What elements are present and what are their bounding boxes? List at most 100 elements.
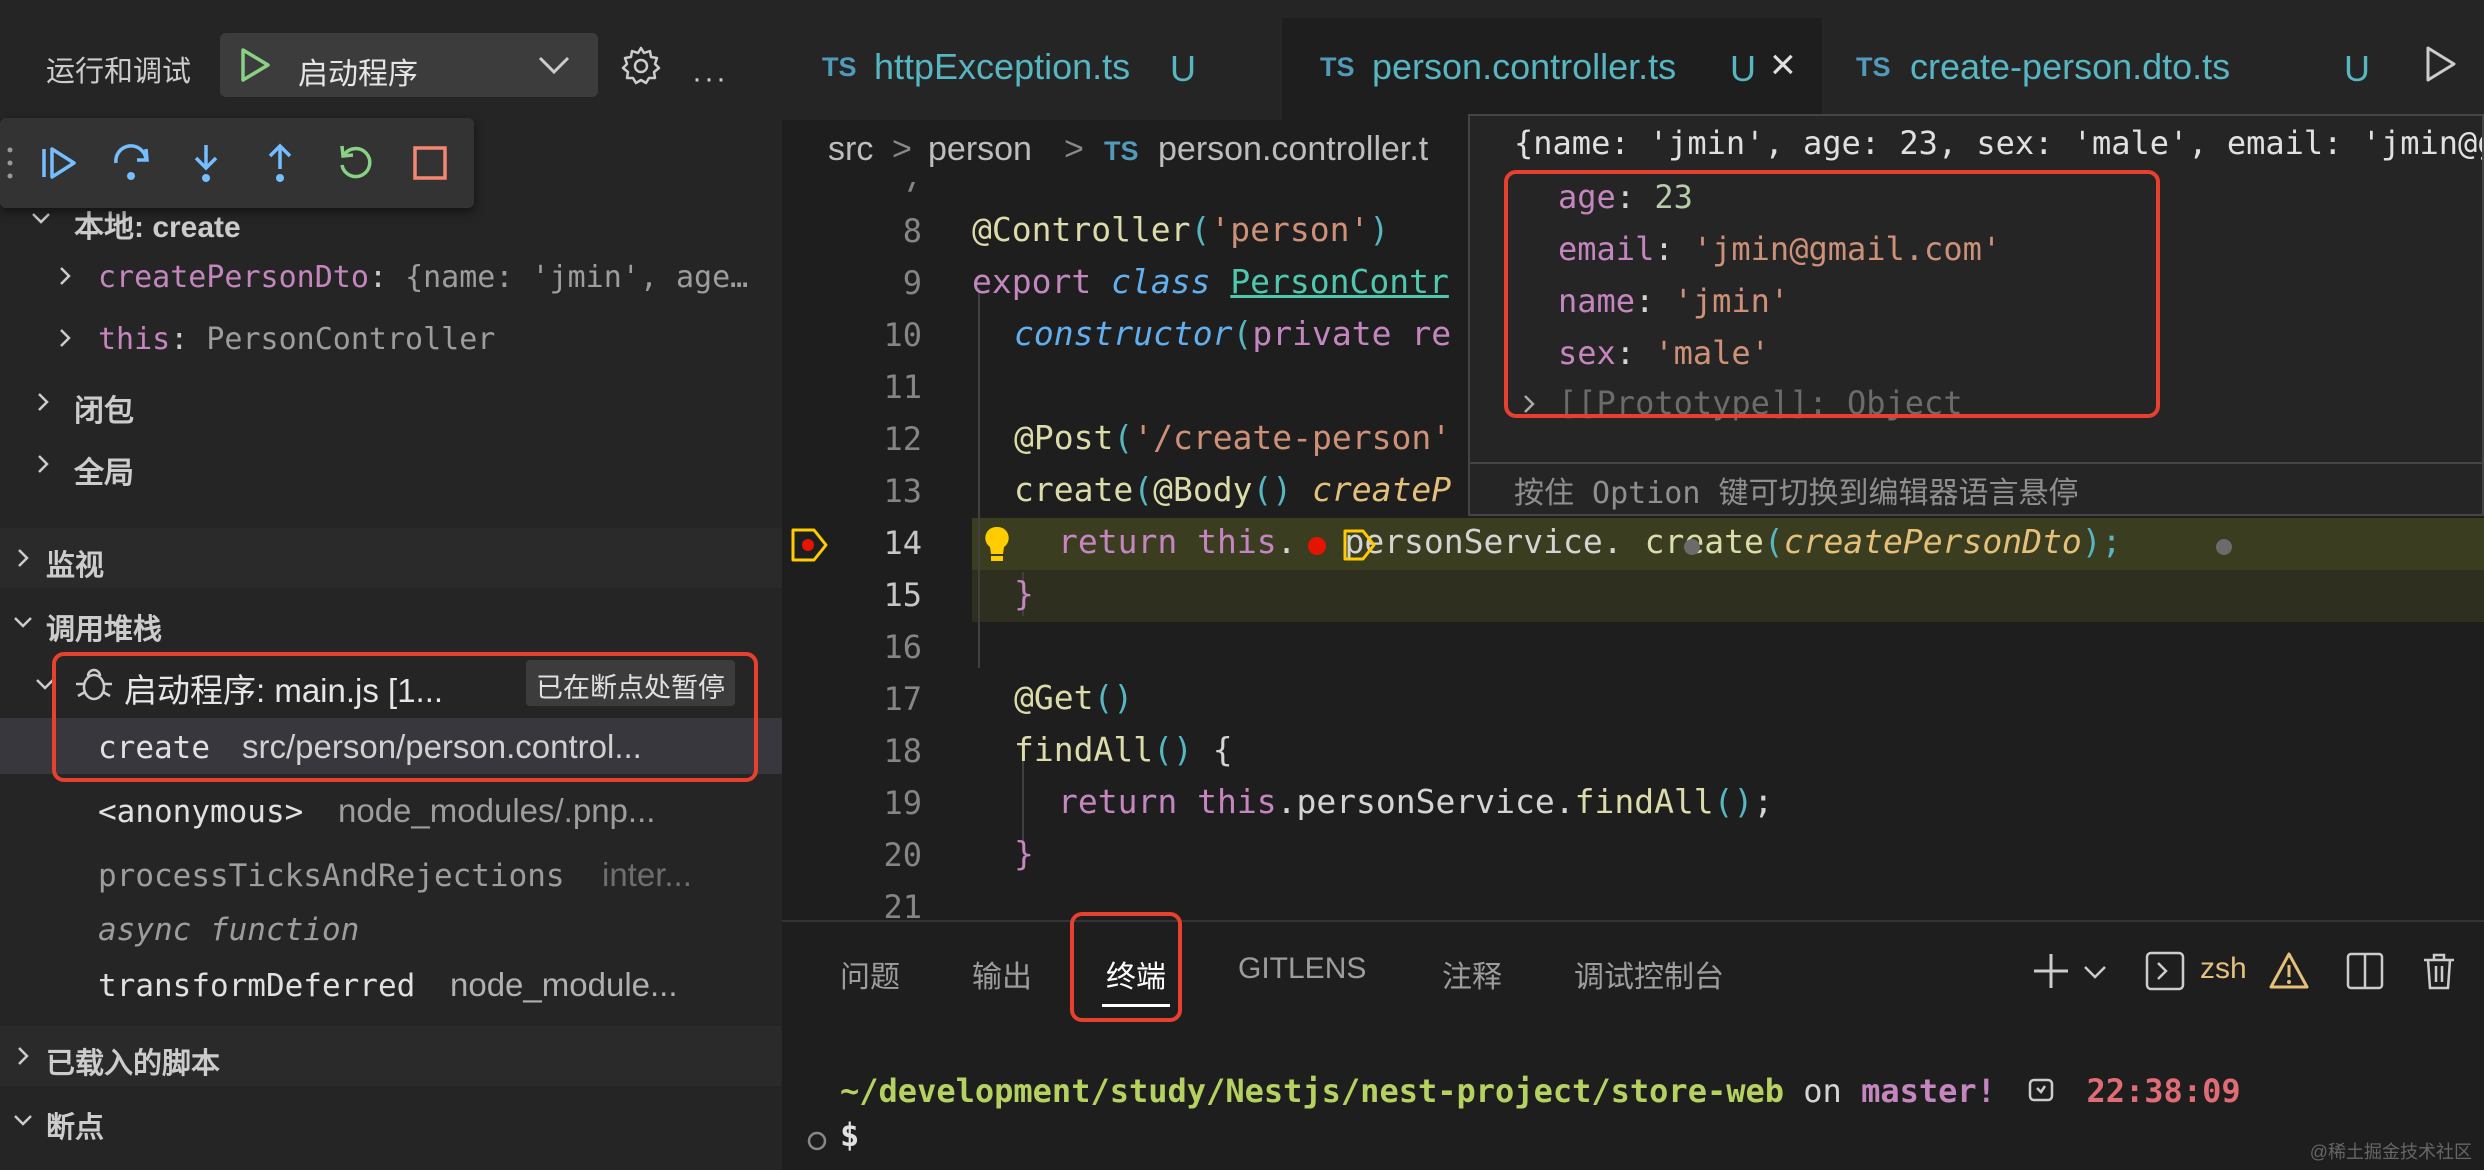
variable-row[interactable]: createPersonDto: {name: 'jmin', age… [0,248,782,304]
lightbulb-icon[interactable] [982,524,1012,564]
chevron-down-icon[interactable] [2082,950,2108,992]
tab-comments[interactable]: 注释 [1442,952,1502,996]
chevron-down-icon[interactable] [536,51,572,79]
debug-toolbar [0,118,474,208]
bottom-panel: 问题 输出 终端 GITLENS 注释 调试控制台 zsh ~/developm… [782,920,2484,1170]
tab-httpexception[interactable]: TS httpException.ts U [782,18,1282,120]
chevron-right-icon[interactable] [32,390,54,414]
more-actions-icon[interactable]: ··· [692,62,728,96]
run-icon[interactable] [2424,44,2458,84]
inline-breakpoint-hint-icon[interactable] [2214,537,2234,557]
terminal-input-prompt[interactable]: $ [840,1116,859,1154]
code-line: @Post('/create-person' [1014,418,1452,457]
launch-config-select[interactable]: 启动程序 [220,33,598,97]
inline-breakpoint-hint-icon[interactable] [1682,537,1702,557]
debug-sidebar: 运行和调试 启动程序 ··· 本地: create createPersonDt… [0,0,782,1170]
hover-highlight-box [1504,170,2160,418]
code-line: } [1014,834,1034,873]
hover-hint: 按住 Option 键可切换到编辑器语言悬停 [1514,476,2079,511]
view-title: 运行和调试 [46,56,192,88]
stack-frame-row[interactable]: transformDeferred node_module... [0,956,782,1012]
breadcrumb-item[interactable]: person [928,130,1032,169]
step-out-icon[interactable] [258,141,302,185]
chevron-right-icon [18,1047,29,1065]
stack-frame-function: processTicksAndRejections [98,858,565,894]
unsaved-badge: U [2344,48,2370,89]
stack-frame-label: async function [98,912,360,948]
callstack-section-header[interactable]: 调用堆栈 [0,592,782,652]
chevron-right-icon[interactable] [54,326,76,350]
variable-value: PersonController [206,322,496,357]
breakpoints-header[interactable]: 断点 [0,1090,782,1150]
step-over-icon[interactable] [110,141,154,185]
close-icon[interactable]: × [1770,40,1796,90]
start-debugging-icon[interactable] [238,47,272,83]
watch-section-header[interactable]: 监视 [0,528,782,588]
code-line: export class PersonContr [972,262,1449,301]
shell-name[interactable]: zsh [2200,952,2247,986]
scope-closure[interactable]: 闭包 [0,374,782,430]
add-terminal-icon[interactable] [2030,950,2072,992]
chevron-down-icon [14,617,32,628]
split-terminal-icon[interactable] [2344,950,2386,992]
tab-create-person-dto[interactable]: TS create-person.dto.ts U [1822,18,2382,120]
chevron-right-icon[interactable] [54,264,76,288]
terminal-icon[interactable] [2144,950,2186,992]
editor-tabs: TS httpException.ts U TS person.controll… [782,0,2484,120]
breadcrumb-separator: > [1064,130,1084,168]
debug-topbar: 运行和调试 启动程序 ··· [0,0,782,120]
trash-icon[interactable] [2418,950,2460,992]
terminal-time: 22:38:09 [2086,1072,2241,1110]
line-highlight [972,570,2484,622]
breadcrumb-file[interactable]: person.controller.t [1158,130,1428,169]
stack-frame-file: node_module... [450,966,678,1003]
chevron-down-icon [32,213,50,224]
breakpoint-paused-icon[interactable] [1342,528,1378,562]
chevron-right-icon[interactable] [32,452,54,476]
stop-icon[interactable] [408,141,452,185]
loaded-scripts-header[interactable]: 已载入的脚本 [0,1026,782,1086]
gear-icon[interactable] [620,45,662,87]
stack-frame-file: inter... [602,856,692,893]
stack-frame-function: transformDeferred [98,968,416,1004]
stack-frame-row[interactable]: <anonymous> node_modules/.pnp... [0,782,782,838]
breadcrumb-item[interactable]: src [828,130,873,169]
scope-global[interactable]: 全局 [0,436,782,492]
code-line: constructor(private re [1014,314,1452,353]
variable-name: createPersonDto [98,260,369,295]
breadcrumb-separator: > [892,130,912,168]
code-line: findAll() { [1014,730,1233,769]
variable-name: this [98,322,171,357]
variable-row[interactable]: this: PersonController [0,310,782,366]
hover-divider [1470,462,2482,464]
terminal-path: ~/development/study/Nestjs/nest-project/… [840,1072,1785,1110]
callstack-highlight-box [52,652,758,782]
chevron-down-icon [14,1115,32,1126]
inline-breakpoint-icon[interactable] [1306,535,1328,557]
variable-value: {name: 'jmin', age… [405,260,749,295]
terminal-prompt-line[interactable]: ~/development/study/Nestjs/nest-project/… [840,1072,2241,1110]
tab-debug-console[interactable]: 调试控制台 [1574,952,1724,996]
chevron-right-icon [18,549,29,567]
code-line: @Controller('person') [972,210,1390,249]
tab-problems[interactable]: 问题 [840,952,900,996]
stack-frame-function: <anonymous> [98,794,304,830]
typescript-icon: TS [1320,52,1355,82]
clock-icon [2028,1078,2054,1102]
code-line: create(@Body() createP [1014,470,1452,509]
typescript-icon: TS [1856,52,1891,82]
tab-gitlens[interactable]: GITLENS [1238,952,1366,986]
git-branch: master! [1861,1072,1996,1110]
drag-handle-icon[interactable] [6,146,14,180]
tab-person-controller[interactable]: TS person.controller.ts U × [1282,18,1822,120]
typescript-icon: TS [822,52,857,82]
tab-output[interactable]: 输出 [972,952,1032,996]
step-into-icon[interactable] [184,141,228,185]
stack-frame-row[interactable]: processTicksAndRejections inter... [0,846,782,902]
code-line: return this.personService.findAll(); [1058,782,1774,821]
restart-icon[interactable] [334,141,378,185]
warning-icon[interactable] [2268,950,2310,992]
hover-header: {name: 'jmin', age: 23, sex: 'male', ema… [1514,124,2484,162]
continue-icon[interactable] [36,141,80,185]
terminal-tab-highlight-box [1070,912,1182,1022]
